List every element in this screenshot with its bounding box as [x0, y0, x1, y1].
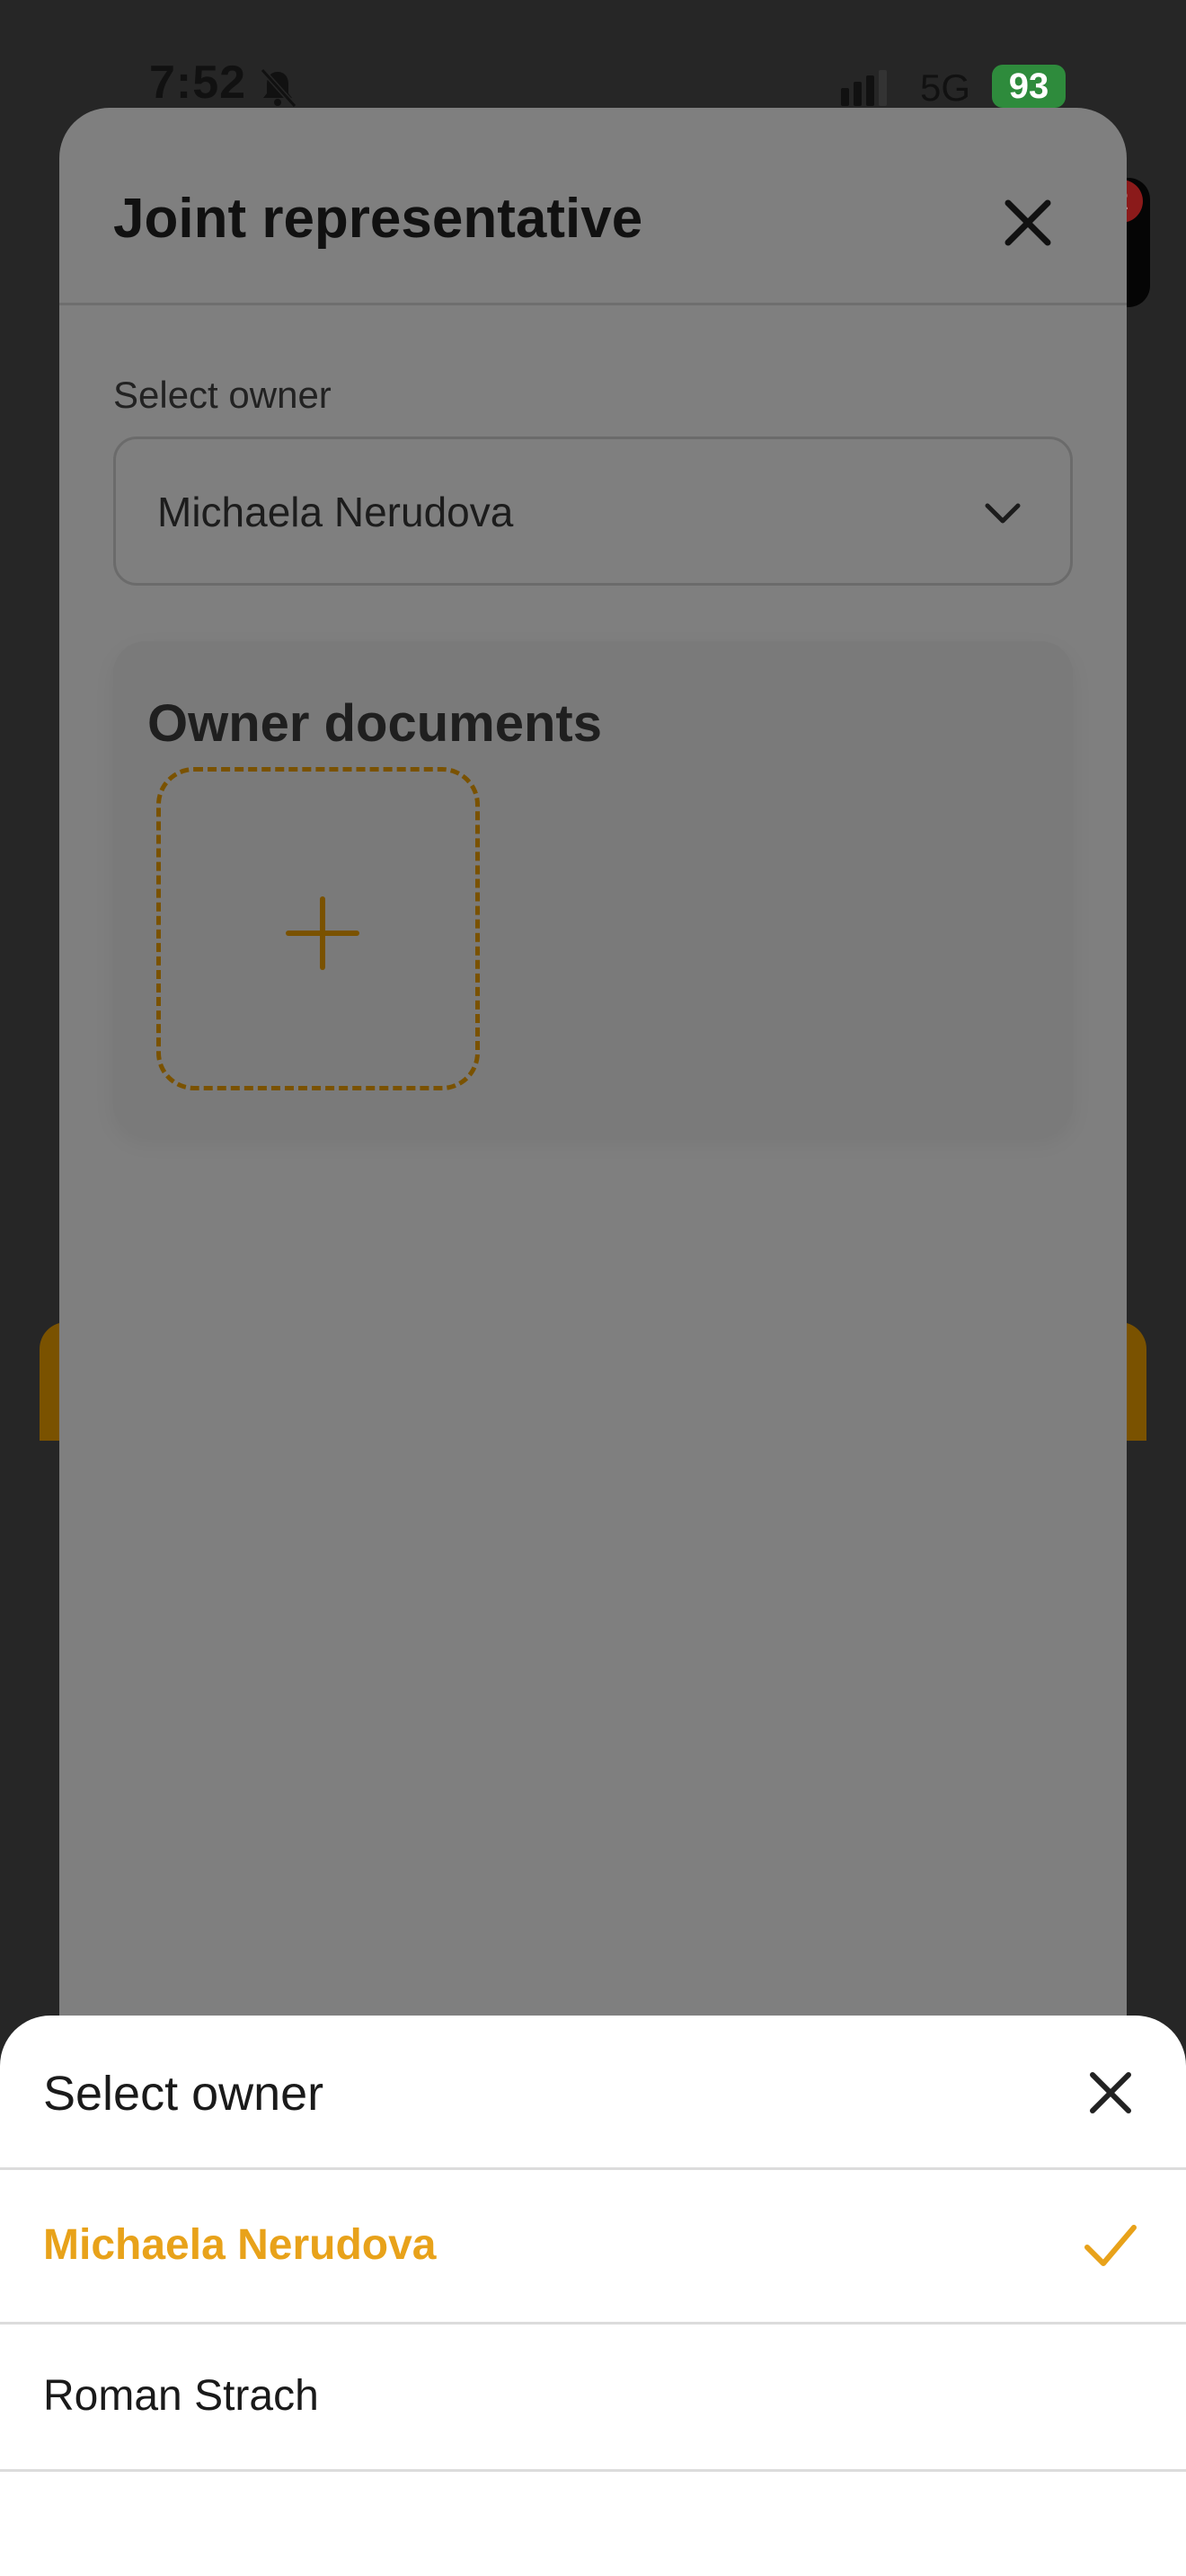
modal-title: Joint representative	[113, 188, 643, 250]
network-label: 5G	[920, 66, 971, 109]
owner-select-value: Michaela Nerudova	[157, 489, 514, 535]
sheet-title: Select owner	[43, 2067, 324, 2121]
status-bar: 7:52 5G 93	[0, 0, 1186, 109]
owner-option-roman[interactable]: Roman Strach	[0, 2325, 1186, 2472]
owner-documents-title: Owner documents	[147, 694, 602, 753]
owner-documents-card: Owner documents	[113, 641, 1073, 1135]
modal-header: Joint representative	[59, 108, 1127, 305]
owner-field-label: Select owner	[113, 374, 332, 416]
plus-icon	[286, 896, 359, 970]
sheet-header: Select owner	[0, 2016, 1186, 2170]
chevron-down-icon	[985, 503, 1021, 524]
battery-indicator: 93	[992, 65, 1066, 108]
owner-option-michaela[interactable]: Michaela Nerudova	[0, 2170, 1186, 2325]
add-document-button[interactable]	[156, 767, 480, 1090]
owner-select[interactable]: Michaela Nerudova	[113, 437, 1073, 586]
status-time: 7:52	[149, 57, 247, 109]
close-icon[interactable]	[994, 189, 1062, 257]
select-owner-sheet: Select owner Michaela Nerudova Roman Str…	[0, 2016, 1186, 2576]
bell-slash-icon	[260, 67, 297, 109]
screen: 7:52 5G 93 2 Joint representative Select	[0, 0, 1186, 2576]
checkmark-icon	[1084, 2225, 1137, 2266]
owner-option-label: Roman Strach	[43, 2372, 319, 2420]
owner-option-label: Michaela Nerudova	[43, 2221, 437, 2269]
signal-icon	[841, 70, 887, 106]
close-icon[interactable]	[1084, 2066, 1137, 2120]
